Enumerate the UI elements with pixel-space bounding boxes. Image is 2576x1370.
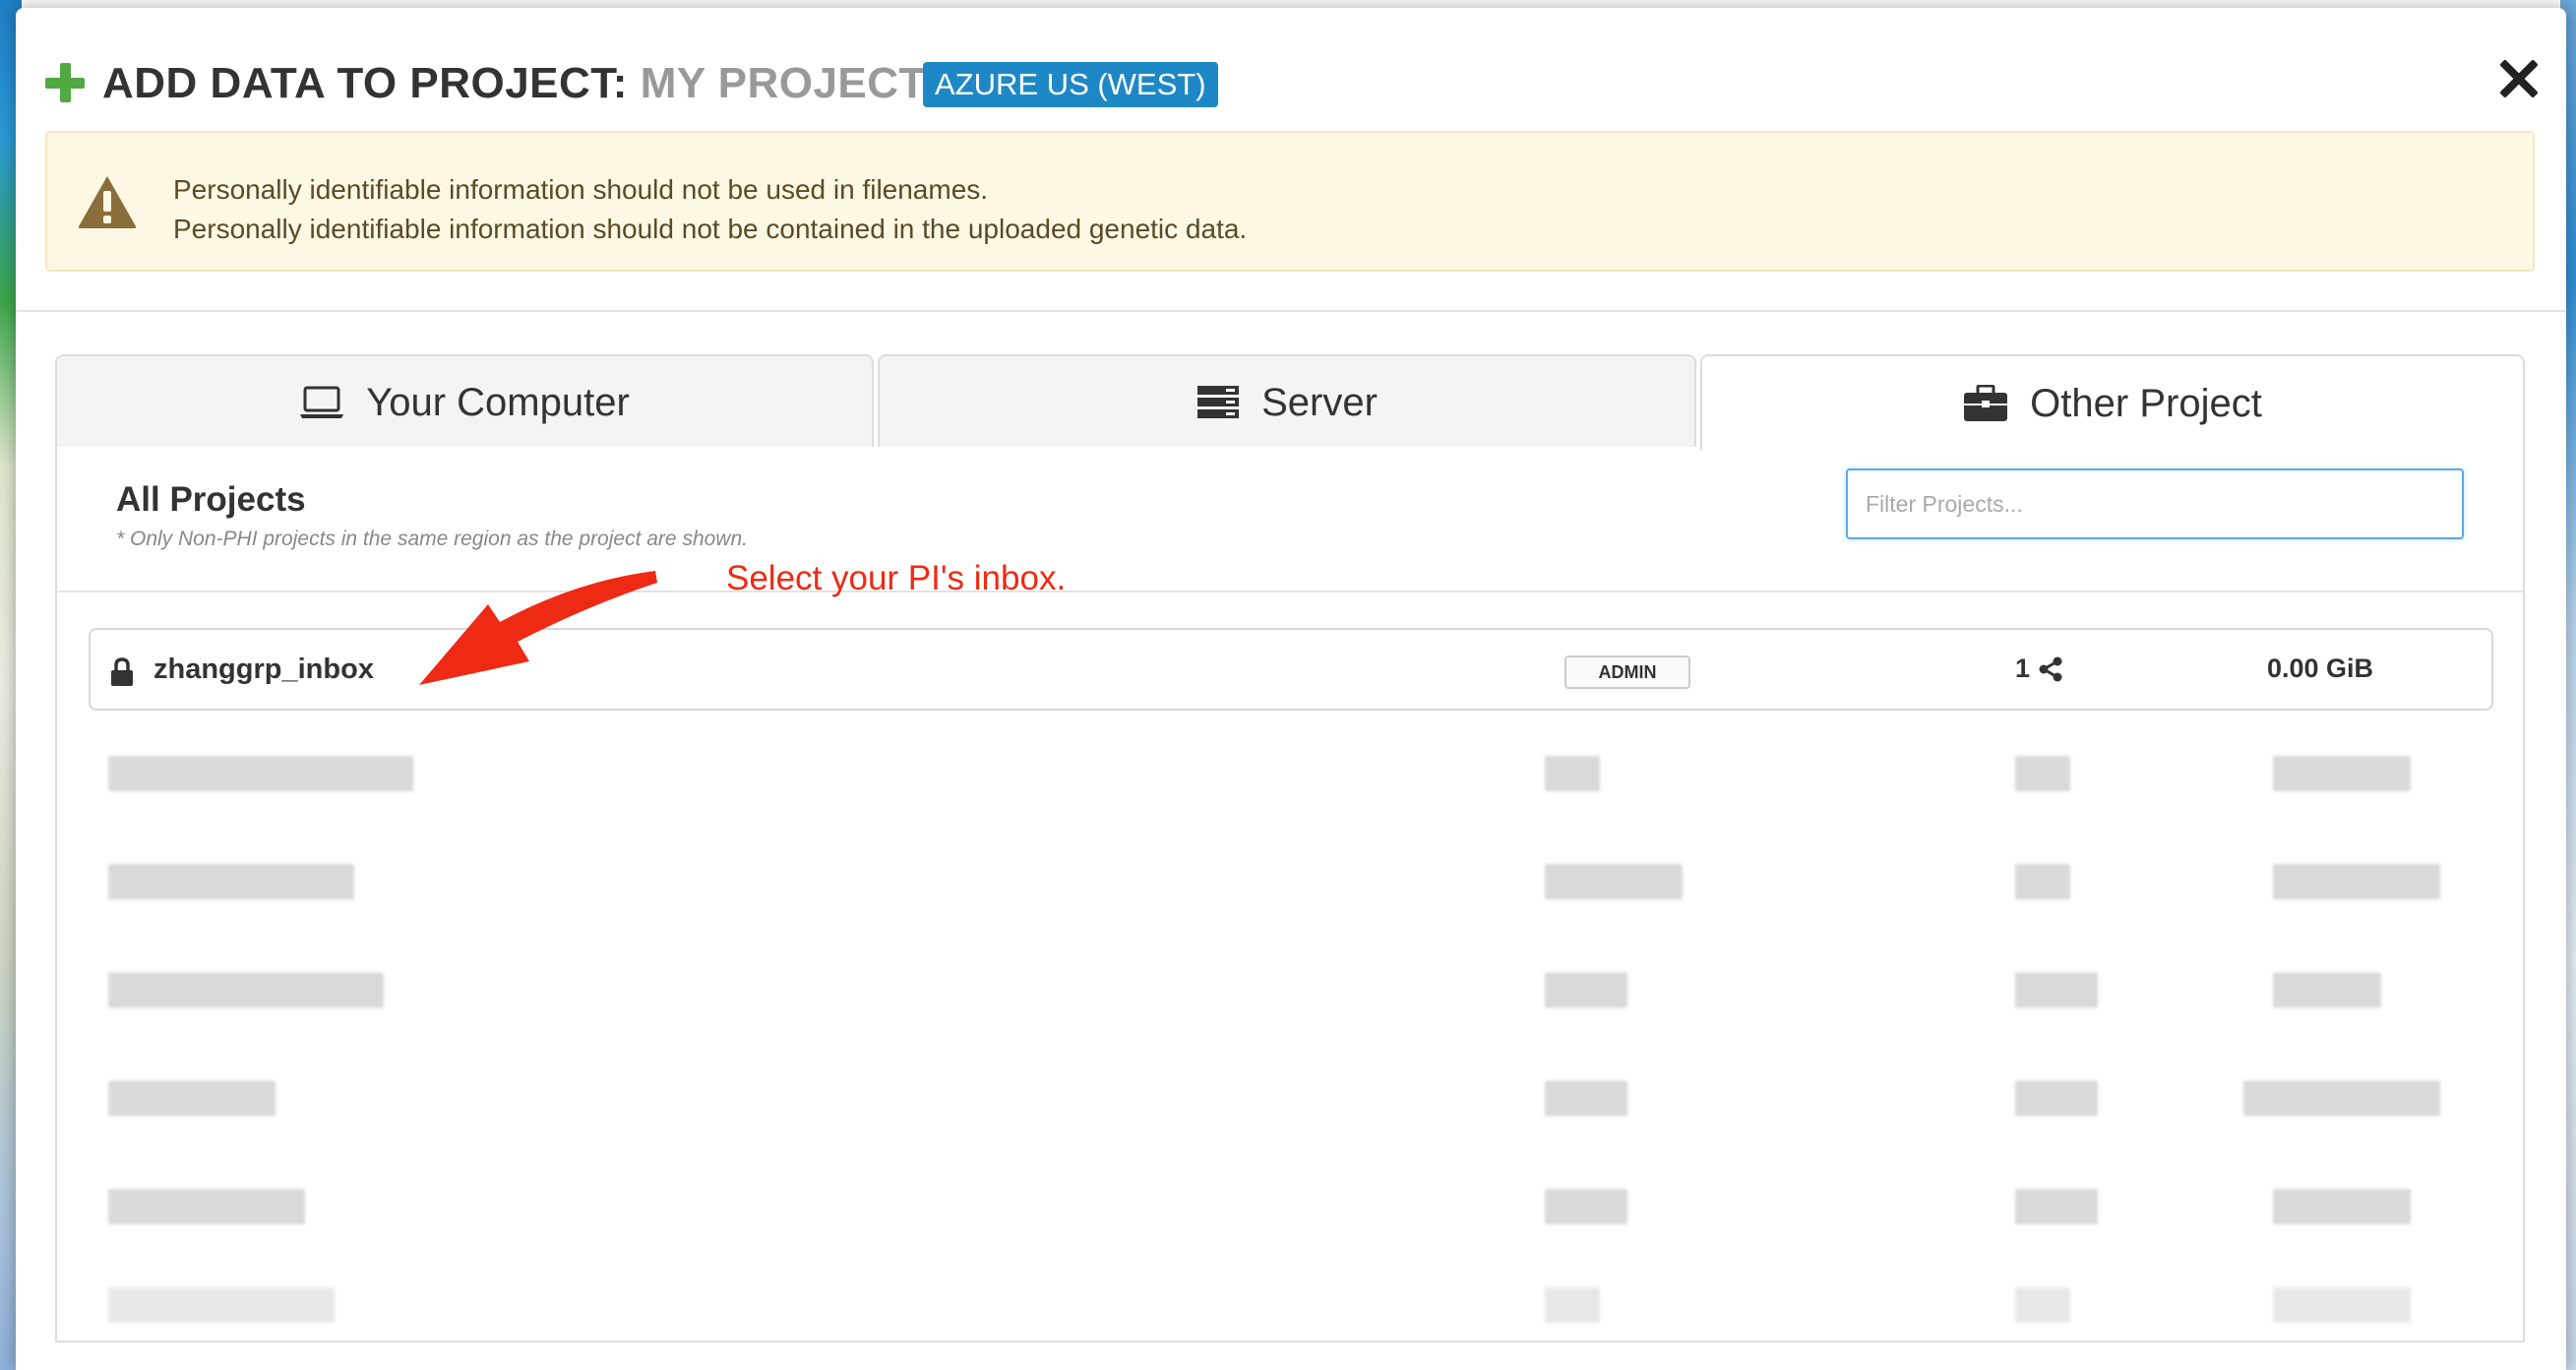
filter-projects-input[interactable] — [1846, 468, 2464, 539]
source-tabs: Your Computer Server Other Project — [55, 354, 2525, 451]
tab-your-computer[interactable]: Your Computer — [55, 354, 874, 449]
members-value: 1 — [2015, 654, 2031, 683]
add-data-modal: ADD DATA TO PROJECT: MY PROJECT AZURE US… — [16, 8, 2566, 1370]
redacted-project-row[interactable] — [89, 1274, 2493, 1337]
redacted-project-row[interactable] — [89, 742, 2493, 805]
annotation-arrow-icon — [419, 571, 657, 685]
warning-icon — [78, 176, 137, 228]
laptop-icon — [299, 386, 344, 419]
project-size: 0.00 GiB — [2267, 654, 2374, 683]
close-icon[interactable] — [2495, 55, 2543, 102]
plus-icon — [45, 63, 85, 102]
project-name: zhanggrp_inbox — [153, 654, 374, 685]
non-phi-note: * Only Non-PHI projects in the same regi… — [116, 528, 748, 550]
modal-header: ADD DATA TO PROJECT: MY PROJECT AZURE US… — [16, 8, 2566, 313]
lock-icon — [111, 657, 133, 686]
redacted-project-row[interactable] — [89, 1067, 2493, 1130]
members-count: 1 — [2015, 654, 2063, 684]
title-prefix: ADD DATA TO PROJECT: — [102, 59, 628, 107]
title-project-name: MY PROJECT — [640, 59, 926, 107]
header-divider — [16, 310, 2566, 312]
warning-line-filenames: Personally identifiable information shou… — [173, 174, 989, 205]
tab-label: Other Project — [2030, 381, 2262, 425]
briefcase-icon — [1963, 385, 2008, 422]
pii-warning: Personally identifiable information shou… — [45, 131, 2535, 272]
tab-other-project[interactable]: Other Project — [1700, 354, 2525, 451]
tab-label: Server — [1261, 380, 1378, 424]
redacted-project-row[interactable] — [89, 850, 2493, 913]
server-icon — [1196, 385, 1240, 420]
modal-title: ADD DATA TO PROJECT: MY PROJECT — [102, 59, 926, 108]
redacted-project-row[interactable] — [89, 1175, 2493, 1238]
share-icon — [2038, 656, 2063, 682]
all-projects-heading: All Projects — [116, 480, 306, 519]
annotation-text: Select your PI's inbox. — [726, 559, 1067, 597]
region-badge: AZURE US (WEST) — [923, 62, 1218, 107]
redacted-project-row[interactable] — [89, 959, 2493, 1022]
warning-line-genetic-data: Personally identifiable information shou… — [173, 214, 1248, 244]
tab-label: Your Computer — [366, 380, 630, 424]
tab-server[interactable]: Server — [878, 354, 1696, 449]
role-badge: ADMIN — [1564, 655, 1690, 689]
